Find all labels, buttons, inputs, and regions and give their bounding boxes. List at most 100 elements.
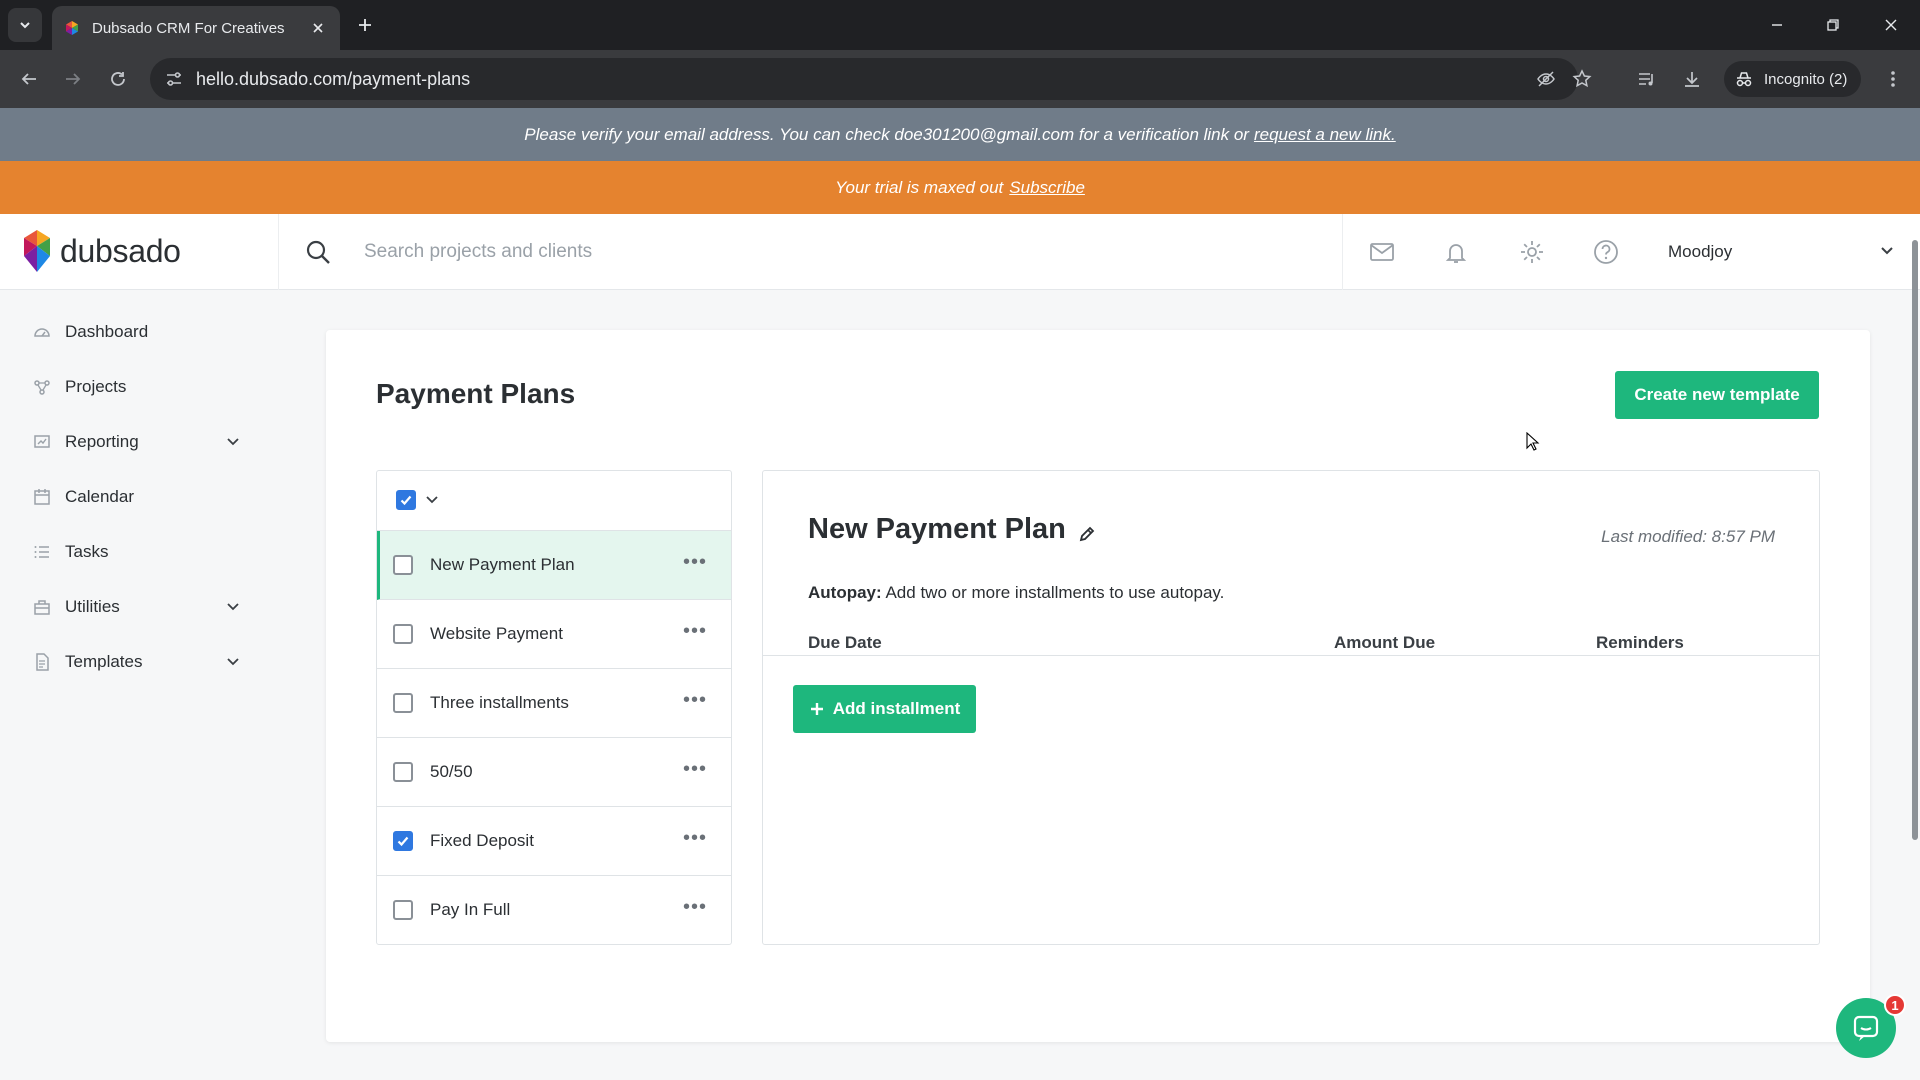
plan-row-fixed-deposit[interactable]: Fixed Deposit ••• (377, 807, 731, 876)
browser-toolbar: hello.dubsado.com/payment-plans Incognit… (0, 50, 1920, 108)
sidebar-nav: Dashboard Projects Reporting Calendar Ta… (0, 290, 260, 1080)
request-new-link[interactable]: request a new link. (1254, 125, 1396, 145)
sidebar-item-label: Projects (65, 377, 127, 396)
restore-icon[interactable] (1820, 12, 1846, 38)
forward-icon[interactable] (58, 64, 88, 94)
media-controls-icon[interactable] (1632, 64, 1662, 94)
table-divider (763, 655, 1819, 656)
chevron-down-icon[interactable] (224, 598, 242, 616)
gear-icon[interactable] (1518, 238, 1546, 266)
plan-name: Website Payment (430, 624, 563, 643)
sidebar-item-label: Reporting (65, 432, 139, 451)
more-options-icon[interactable]: ••• (683, 897, 706, 920)
page-scrollbar[interactable] (1912, 240, 1918, 840)
site-settings-icon[interactable] (164, 69, 184, 89)
plan-name: 50/50 (430, 762, 473, 781)
browser-tab[interactable]: Dubsado CRM For Creatives (52, 6, 340, 50)
column-header-amount-due: Amount Due (1334, 633, 1436, 652)
dashboard-icon (32, 322, 52, 342)
chevron-down-icon[interactable] (224, 653, 242, 671)
add-installment-button[interactable]: Add installment (793, 685, 976, 733)
verify-email-banner: Please verify your email address. You ca… (0, 108, 1920, 161)
url-text[interactable]: hello.dubsado.com/payment-plans (196, 69, 470, 90)
plan-name: New Payment Plan (430, 555, 575, 574)
dubsado-logo[interactable]: dubsado (22, 228, 181, 274)
dubsado-favicon-icon (66, 21, 78, 35)
tab-title: Dubsado CRM For Creatives (92, 19, 285, 37)
plus-icon (810, 703, 823, 715)
projects-icon (32, 377, 52, 397)
verify-email-text: Please verify your email address. You ca… (524, 124, 1249, 144)
download-icon[interactable] (1677, 64, 1707, 94)
plan-checkbox[interactable] (393, 693, 413, 713)
plan-checkbox[interactable] (393, 555, 413, 575)
more-options-icon[interactable]: ••• (683, 759, 706, 782)
plan-checkbox[interactable] (393, 900, 413, 920)
plan-row-new-payment-plan[interactable]: New Payment Plan ••• (377, 531, 731, 600)
address-bar[interactable]: hello.dubsado.com/payment-plans (150, 58, 1592, 100)
create-new-template-button[interactable]: Create new template (1615, 371, 1819, 419)
eye-off-icon[interactable] (1536, 69, 1556, 89)
utilities-icon (32, 597, 52, 617)
sidebar-item-utilities[interactable]: Utilities (0, 585, 260, 629)
add-installment-label: Add installment (832, 699, 961, 718)
sidebar-item-templates[interactable]: Templates (0, 640, 260, 684)
plan-checkbox[interactable] (393, 624, 413, 644)
bell-icon[interactable] (1442, 238, 1470, 266)
pencil-icon[interactable] (1078, 525, 1096, 543)
user-menu-name[interactable]: Moodjoy (1668, 242, 1732, 262)
list-header (377, 471, 731, 531)
plan-name: Pay In Full (430, 900, 511, 919)
close-window-icon[interactable] (1878, 12, 1904, 38)
plan-row-website-payment[interactable]: Website Payment ••• (377, 600, 731, 669)
plan-checkbox[interactable] (393, 831, 413, 851)
incognito-indicator[interactable]: Incognito (2) (1724, 61, 1862, 97)
plan-row-pay-in-full[interactable]: Pay In Full ••• (377, 876, 731, 944)
sidebar-item-reporting[interactable]: Reporting (0, 420, 260, 464)
payment-plan-detail: New Payment Plan Last modified: 8:57 PM … (762, 470, 1820, 945)
minimize-icon[interactable] (1764, 12, 1790, 38)
plan-checkbox[interactable] (393, 762, 413, 782)
sidebar-item-dashboard[interactable]: Dashboard (0, 310, 260, 354)
browser-menu-icon[interactable] (1878, 64, 1908, 94)
search-input[interactable] (364, 234, 1324, 270)
autopay-note: Autopay: Add two or more installments to… (808, 583, 1224, 603)
chevron-down-icon[interactable] (423, 491, 441, 509)
plan-row-three-installments[interactable]: Three installments ••• (377, 669, 731, 738)
more-options-icon[interactable]: ••• (683, 552, 706, 575)
select-all-checkbox[interactable] (396, 490, 416, 510)
more-options-icon[interactable]: ••• (683, 828, 706, 851)
more-options-icon[interactable]: ••• (683, 621, 706, 644)
checkmark-icon (397, 836, 409, 847)
logo-text: dubsado (60, 232, 181, 269)
sidebar-item-tasks[interactable]: Tasks (0, 530, 260, 574)
incognito-icon (1736, 72, 1752, 87)
page-title: Payment Plans (376, 378, 576, 409)
subscribe-link[interactable]: Subscribe (1009, 178, 1085, 198)
sidebar-item-label: Templates (65, 652, 143, 671)
more-options-icon[interactable]: ••• (683, 690, 706, 713)
tab-search-button[interactable] (8, 8, 42, 42)
sidebar-item-calendar[interactable]: Calendar (0, 475, 260, 519)
new-tab-icon[interactable] (352, 12, 378, 38)
close-tab-icon[interactable] (308, 18, 328, 38)
reload-icon[interactable] (103, 64, 133, 94)
app-header: dubsado Moodjoy (0, 214, 1920, 290)
chevron-down-icon[interactable] (1876, 240, 1898, 262)
last-modified: Last modified: 8:57 PM (1601, 527, 1775, 546)
reporting-icon (32, 432, 52, 452)
sidebar-item-label: Dashboard (65, 322, 149, 341)
back-icon[interactable] (14, 64, 44, 94)
autopay-text: Add two or more installments to use auto… (885, 583, 1225, 602)
calendar-icon (32, 487, 52, 507)
star-icon[interactable] (1572, 69, 1592, 89)
plan-row-50-50[interactable]: 50/50 ••• (377, 738, 731, 807)
chevron-down-icon[interactable] (224, 433, 242, 451)
templates-icon (32, 652, 52, 672)
mail-icon[interactable] (1368, 238, 1396, 266)
help-icon[interactable] (1592, 238, 1620, 266)
sidebar-item-projects[interactable]: Projects (0, 365, 260, 409)
search-icon[interactable] (304, 238, 332, 266)
chat-notification-badge: 1 (1884, 994, 1906, 1016)
sidebar-item-label: Calendar (65, 487, 134, 506)
